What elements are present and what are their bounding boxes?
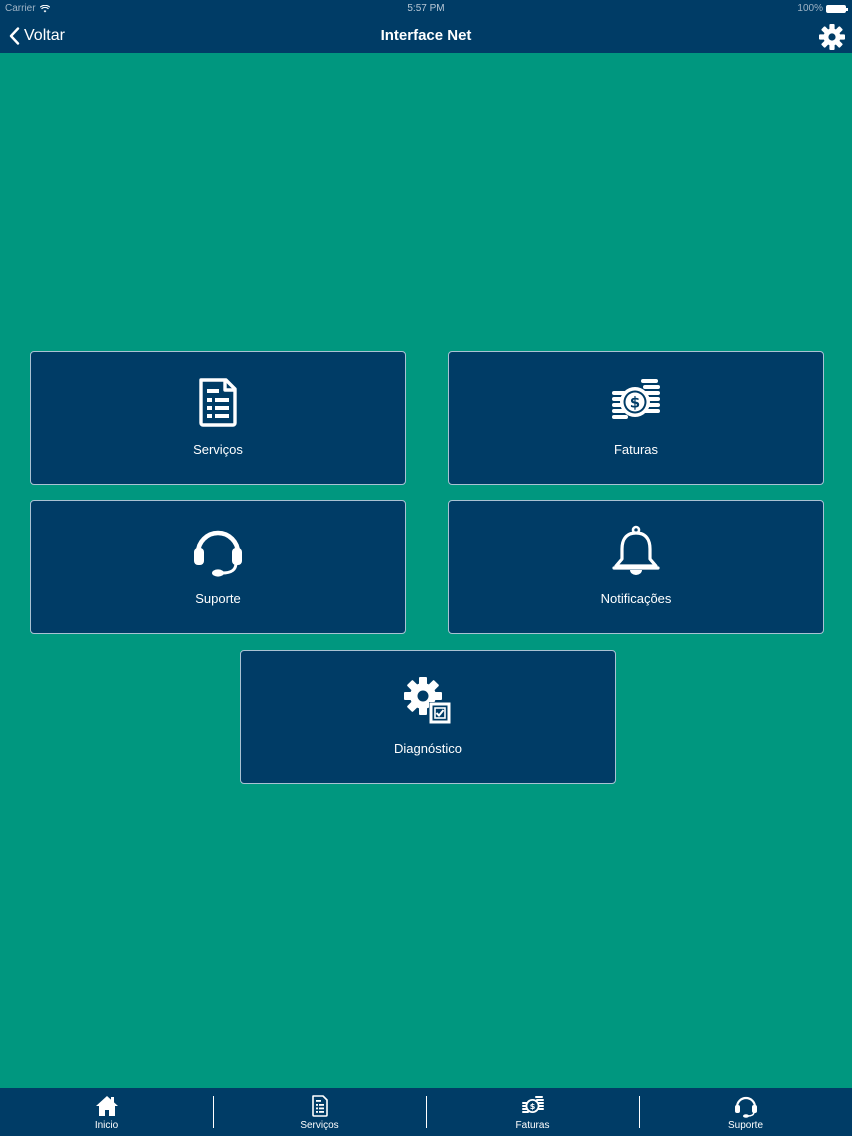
headset-icon: [194, 530, 242, 577]
tile-label: Notificações: [600, 591, 672, 606]
document-list-icon: [199, 378, 237, 427]
status-time: 5:57 PM: [407, 3, 445, 14]
tile-label: Diagnóstico: [394, 741, 462, 756]
tile-diagnostico[interactable]: Diagnóstico: [240, 650, 616, 784]
tile-label: Serviços: [193, 442, 243, 457]
document-list-icon: [311, 1095, 328, 1117]
tab-suporte[interactable]: Suporte: [639, 1088, 852, 1136]
tab-faturas[interactable]: $ Faturas: [426, 1088, 639, 1136]
navigation-bar: Carrier 5:57 PM 100% Voltar Interface Ne…: [0, 0, 852, 53]
tab-inicio[interactable]: Inicio: [0, 1088, 213, 1136]
settings-button[interactable]: [818, 23, 846, 51]
gear-icon: [819, 24, 845, 50]
tab-servicos[interactable]: Serviços: [213, 1088, 426, 1136]
tab-label: Inicio: [94, 1120, 119, 1131]
status-battery: 100%: [797, 3, 848, 14]
dollar-coins-icon: $: [521, 1096, 544, 1113]
tab-label: Serviços: [300, 1120, 339, 1131]
tab-label: Suporte: [727, 1120, 764, 1131]
home-icon: [95, 1096, 118, 1116]
gear-checklist-icon: [404, 677, 451, 724]
tile-label: Faturas: [613, 442, 659, 457]
svg-text:$: $: [529, 1102, 535, 1111]
tile-faturas[interactable]: $ Faturas: [448, 351, 824, 485]
svg-text:$: $: [630, 394, 640, 412]
tile-servicos[interactable]: Serviços: [30, 351, 406, 485]
tile-suporte[interactable]: Suporte: [30, 500, 406, 634]
battery-percent: 100%: [797, 3, 823, 14]
status-bar: Carrier 5:57 PM 100%: [0, 0, 852, 18]
dollar-coins-icon: $: [612, 379, 660, 419]
page-title: Interface Net: [380, 27, 472, 44]
bell-icon: [612, 525, 660, 575]
battery-icon: [826, 4, 848, 13]
tile-label: Suporte: [195, 591, 241, 606]
tab-bar: Inicio Serviços $ Faturas Suporte: [0, 1088, 852, 1136]
tile-notificacoes[interactable]: Notificações: [448, 500, 824, 634]
headset-icon: [734, 1096, 757, 1118]
tab-label: Faturas: [515, 1120, 550, 1131]
